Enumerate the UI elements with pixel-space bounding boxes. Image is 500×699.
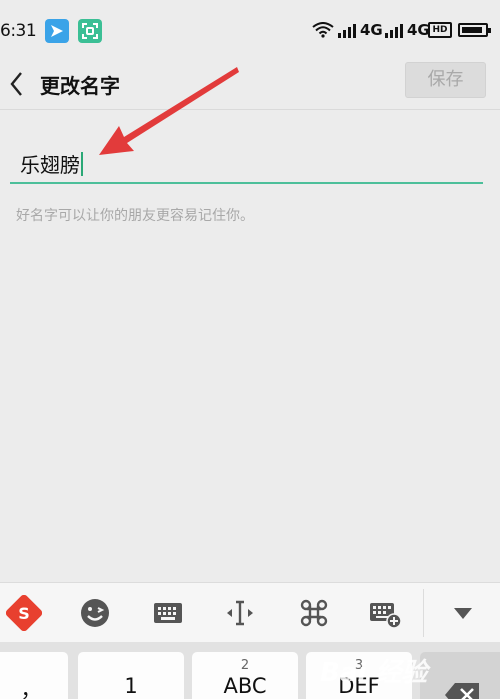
toolbar-divider [423, 589, 424, 637]
app-header: 更改名字 保存 [0, 62, 500, 107]
red-arrow-icon [99, 67, 239, 155]
name-input-value: 乐翅膀 [20, 153, 80, 177]
status-time: 6:31 [0, 21, 37, 41]
cursor-move-icon[interactable] [222, 595, 258, 631]
key-sub-label: 2 [240, 658, 250, 673]
hd-badge: HD [428, 22, 452, 38]
network-type-2: 4G [407, 21, 430, 39]
key-1[interactable]: 1 [78, 652, 184, 699]
sogou-logo-icon[interactable]: S [6, 595, 42, 631]
keyboard-icon[interactable] [150, 595, 186, 631]
scan-icon [78, 19, 102, 43]
header-divider [0, 109, 500, 110]
key-comma[interactable]: ， [0, 652, 68, 699]
collapse-keyboard-icon[interactable] [445, 595, 481, 631]
name-input[interactable]: 乐翅膀 [20, 149, 83, 178]
wifi-icon [312, 22, 334, 38]
key-abc[interactable]: 2 ABC [192, 652, 298, 699]
status-bar: 6:31 4G 4G HD [0, 0, 500, 62]
signal-icon [385, 24, 403, 38]
name-input-underline [10, 182, 483, 184]
battery-icon [458, 23, 491, 37]
key-backspace[interactable] [420, 652, 500, 699]
key-main-label: ABC [223, 674, 267, 698]
key-main-label: 1 [124, 674, 138, 698]
key-sub-label [0, 658, 68, 674]
watermark-text: Bai 经验 [320, 658, 428, 688]
key-sub-label [78, 658, 184, 674]
save-button[interactable]: 保存 [405, 62, 486, 98]
signal-icon [338, 24, 356, 38]
name-hint-text: 好名字可以让你的朋友更容易记住你。 [16, 208, 254, 224]
chevron-left-icon[interactable] [6, 68, 28, 100]
command-icon[interactable] [296, 595, 332, 631]
keyboard-settings-icon[interactable] [367, 595, 403, 631]
keyboard-toolbar: S [0, 582, 500, 642]
svg-text:S: S [18, 604, 30, 623]
emoji-icon[interactable] [77, 595, 113, 631]
key-main-label: ， [20, 678, 42, 699]
network-type-1: 4G [360, 21, 383, 39]
text-caret [81, 152, 83, 176]
backspace-icon [445, 683, 479, 699]
notification-app-icon [45, 19, 69, 43]
